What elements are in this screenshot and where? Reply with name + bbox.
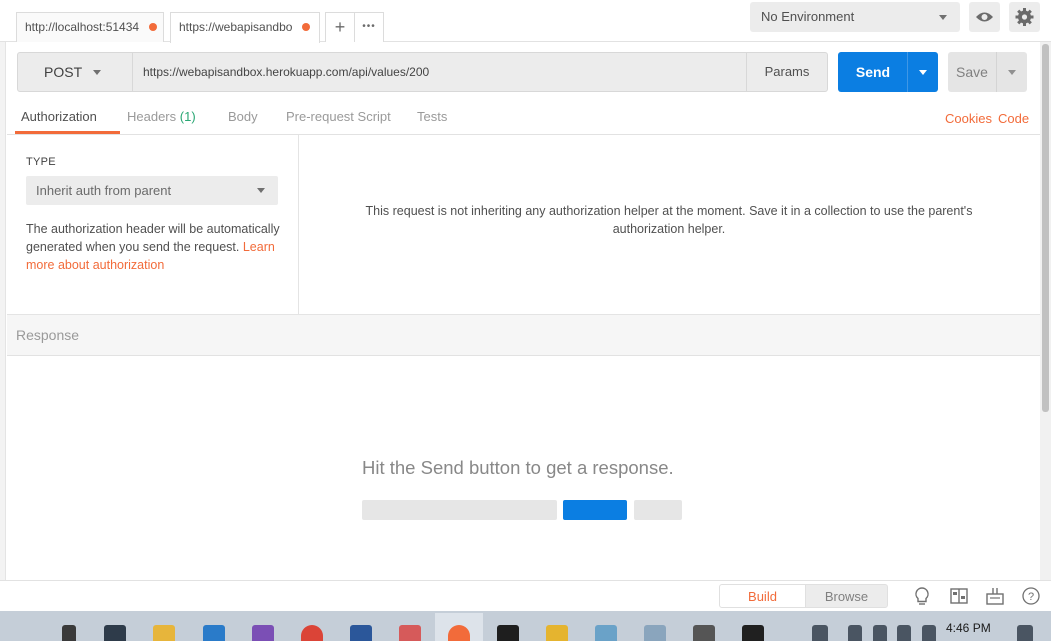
gear-icon: [1015, 8, 1034, 26]
response-header: Response: [7, 315, 1040, 356]
chevron-down-icon: [919, 70, 927, 75]
build-label: Build: [748, 589, 777, 604]
placeholder-bar: [362, 500, 557, 520]
send-options-button[interactable]: [907, 52, 938, 92]
chevron-down-icon: [257, 188, 265, 193]
url-input[interactable]: https://webapisandbox.herokuapp.com/api/…: [133, 52, 747, 92]
more-icon: •••: [362, 21, 376, 32]
method-select[interactable]: POST: [17, 52, 133, 92]
terminal-icon[interactable]: [497, 625, 519, 641]
tab-tests[interactable]: Tests: [417, 109, 447, 124]
auth-description-text: The authorization header will be automat…: [26, 222, 280, 254]
windows-taskbar: 4:46 PM: [0, 611, 1051, 641]
auth-type-label: TYPE: [26, 156, 56, 168]
tab-authorization[interactable]: Authorization: [21, 109, 97, 124]
response-title: Response: [16, 327, 80, 343]
status-bar: Build Browse ?: [0, 580, 1051, 611]
device-icon[interactable]: [62, 625, 76, 641]
request-section-tabs: Authorization Headers (1) Body Pre-reque…: [7, 100, 1040, 135]
request-tab[interactable]: http://localhost:51434: [16, 12, 164, 42]
svg-text:?: ?: [1028, 591, 1034, 603]
url-value: https://webapisandbox.herokuapp.com/api/…: [143, 65, 430, 79]
request-tab-label: https://webapisandbo: [179, 20, 293, 34]
save-button[interactable]: Save: [948, 52, 996, 92]
chevron-down-icon: [939, 15, 947, 20]
task-view-icon[interactable]: [104, 625, 126, 641]
chevron-down-icon: [93, 70, 101, 75]
unsaved-dot-icon: [149, 23, 157, 31]
app-icon[interactable]: [693, 625, 715, 641]
headers-count-badge: (1): [179, 109, 196, 124]
request-tab-bar: http://localhost:51434 https://webapisan…: [0, 0, 1051, 43]
camera-icon[interactable]: [742, 625, 764, 641]
cookies-link[interactable]: Cookies: [945, 111, 992, 126]
build-mode-button[interactable]: Build: [719, 584, 806, 608]
chevron-down-icon: [1008, 70, 1016, 75]
auth-message-panel: This request is not inheriting any autho…: [299, 135, 1040, 315]
settings-button[interactable]: [1009, 2, 1040, 32]
params-button[interactable]: Params: [746, 52, 828, 92]
keyboard-shortcuts-icon[interactable]: [984, 585, 1006, 607]
request-tab-label: http://localhost:51434: [25, 20, 140, 34]
taskbar-clock[interactable]: 4:46 PM: [946, 621, 991, 635]
people-icon[interactable]: [812, 625, 828, 641]
response-empty-hint: Hit the Send button to get a response.: [362, 457, 674, 478]
send-button[interactable]: Send: [838, 52, 908, 92]
method-value: POST: [44, 64, 83, 80]
auth-type-value: Inherit auth from parent: [36, 183, 172, 198]
tab-prerequest-script[interactable]: Pre-request Script: [286, 109, 391, 124]
request-tab-active[interactable]: https://webapisandbo: [170, 12, 320, 43]
dropbox-icon[interactable]: [873, 625, 887, 641]
scrollbar-thumb[interactable]: [1042, 44, 1049, 412]
postman-icon: [448, 625, 470, 641]
postman-taskbar-button[interactable]: [435, 613, 483, 641]
save-options-button[interactable]: [996, 52, 1027, 92]
send-label: Send: [855, 64, 891, 80]
chrome-icon[interactable]: [301, 625, 323, 641]
app-icon[interactable]: [399, 625, 421, 641]
eye-icon: [976, 12, 993, 22]
file-explorer-icon[interactable]: [153, 625, 175, 641]
visual-studio-icon[interactable]: [252, 625, 274, 641]
wifi-icon[interactable]: [922, 625, 936, 641]
placeholder-bar: [563, 500, 627, 520]
save-label: Save: [956, 64, 988, 80]
database-icon[interactable]: [546, 625, 568, 641]
tab-body[interactable]: Body: [228, 109, 258, 124]
code-link[interactable]: Code: [998, 111, 1029, 126]
two-pane-icon[interactable]: [948, 585, 970, 607]
battery-icon[interactable]: [897, 625, 911, 641]
auth-type-select[interactable]: Inherit auth from parent: [26, 176, 278, 205]
chevron-up-icon[interactable]: [848, 625, 862, 641]
auth-description: The authorization header will be automat…: [26, 220, 282, 274]
tab-headers-label: Headers: [127, 109, 177, 124]
vertical-scrollbar[interactable]: [1040, 42, 1051, 580]
placeholder-bar: [634, 500, 682, 520]
tab-options-button[interactable]: •••: [354, 12, 384, 42]
lightbulb-icon[interactable]: [911, 585, 933, 607]
unsaved-dot-icon: [302, 23, 310, 31]
vscode-icon[interactable]: [203, 625, 225, 641]
plus-icon: +: [334, 17, 346, 37]
active-tab-indicator: [15, 131, 120, 134]
tab-headers[interactable]: Headers (1): [127, 109, 196, 124]
word-icon[interactable]: [350, 625, 372, 641]
environment-quick-look-button[interactable]: [969, 2, 1000, 32]
environment-select[interactable]: No Environment: [750, 2, 960, 32]
app-icon[interactable]: [595, 625, 617, 641]
browse-mode-button[interactable]: Browse: [805, 584, 888, 608]
app-icon[interactable]: [644, 625, 666, 641]
auth-inherit-message: This request is not inheriting any autho…: [365, 204, 973, 236]
new-tab-button[interactable]: +: [325, 12, 355, 42]
params-label: Params: [764, 64, 810, 79]
notifications-icon[interactable]: [1017, 625, 1033, 641]
environment-select-value: No Environment: [761, 9, 855, 24]
auth-settings-panel: TYPE Inherit auth from parent The author…: [7, 135, 299, 315]
left-sidebar-edge: [0, 42, 6, 580]
help-icon[interactable]: ?: [1020, 585, 1042, 607]
browse-label: Browse: [824, 589, 869, 604]
